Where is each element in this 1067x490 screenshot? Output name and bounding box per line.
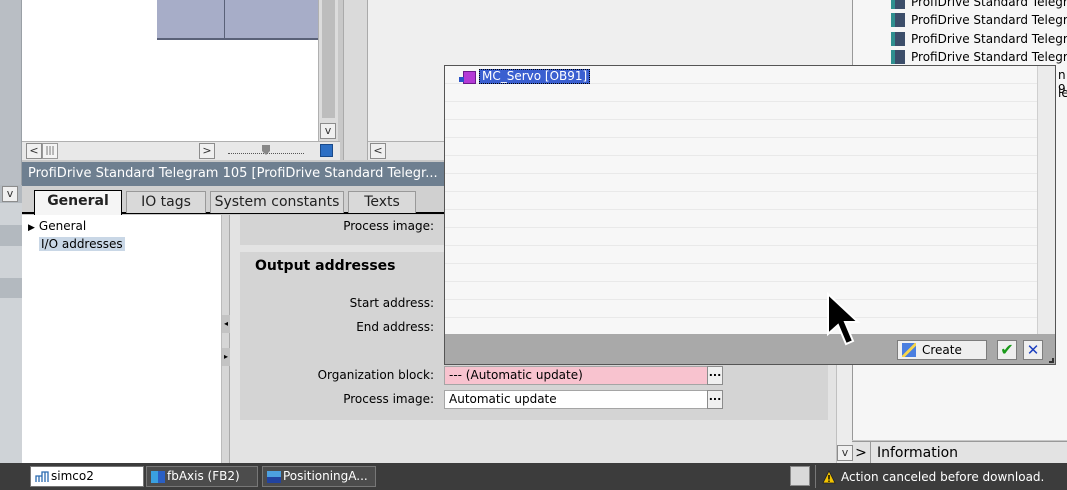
tab-system-constants[interactable]: System constants [210,191,344,213]
warning-icon [822,470,836,484]
start-address-label: Start address: [349,296,434,310]
scroll-right-button[interactable]: > [199,143,215,159]
create-button[interactable]: Create [897,340,987,360]
input-process-image-label: Process image: [343,219,434,233]
content-scroll-down-button[interactable]: v [837,445,853,461]
organization-block-label: Organization block: [317,368,434,382]
rack-graphic[interactable] [157,0,318,40]
overview-navigation-icon[interactable] [320,144,333,157]
inspector-nav-tree: ▶ General I/O addresses [22,215,222,463]
left-edge-panel [0,0,22,185]
create-button-label: Create [922,343,962,357]
expand-arrow-icon[interactable]: > [852,445,870,461]
popup-footer: Create ✔ ✕ [445,334,1055,364]
catalog-item[interactable]: ProfiDrive Standard Telegram 5 [891,30,1067,48]
function-block-icon [151,470,165,483]
scroll-thumb[interactable] [322,0,335,118]
output-addresses-title: Output addresses [255,258,396,274]
catalog-item[interactable]: ProfiDrive Standard Telegram 7 [891,48,1067,66]
status-separator [815,465,816,488]
task-fbaxis[interactable]: fbAxis (FB2) [146,466,258,487]
organization-block-field[interactable]: --- (Automatic update) [444,366,710,385]
task-simco2[interactable]: simco2 [30,466,144,487]
catalog-item[interactable]: ProfiDrive Standard Telegram 2 [891,0,1067,11]
list-item-label: MC_Servo [OB91] [479,68,591,84]
scroll-left-button[interactable]: < [26,143,42,159]
cancel-button[interactable]: ✕ [1023,340,1043,360]
resize-grip-icon[interactable] [1049,358,1054,363]
download-status-icon[interactable] [790,466,810,486]
chevron-down-icon[interactable]: v [2,186,18,202]
organization-block-browse-button[interactable]: ... [707,366,723,385]
process-image-browse-button[interactable]: ... [707,390,723,409]
nav-splitter[interactable]: ◂ ▸ [222,215,230,463]
canvas-vertical-scrollbar[interactable]: v [318,0,338,141]
telegram-icon [891,32,905,46]
scroll-down-button[interactable]: v [320,123,336,139]
catalog-item[interactable]: ProfiDrive Standard Telegram 3 [891,11,1067,29]
tab-io-tags[interactable]: IO tags [126,191,206,213]
telegram-icon [891,13,905,27]
catalog-item-partial: le [1058,86,1067,100]
ob-list[interactable]: MC_Servo [OB91] [445,66,1037,334]
tree-item-io-addresses[interactable]: I/O addresses [39,237,125,251]
information-bar[interactable]: > Information [852,441,1067,464]
end-address-label: End address: [356,320,434,334]
telegram-icon [891,50,905,64]
telegram-icon [891,0,905,9]
canvas-horizontal-scrollbar[interactable]: < ||| > [22,141,340,160]
collapse-right-icon[interactable]: ▸ [222,348,230,366]
magic-wand-icon [902,343,916,357]
technology-object-icon [267,470,281,483]
scroll-grip[interactable]: ||| [42,143,58,159]
output-process-image-label: Process image: [343,392,434,406]
status-message: Action canceled before download. [841,470,1045,484]
information-label: Information [870,441,958,464]
tab-general[interactable]: General [34,190,122,216]
output-process-image-field[interactable]: Automatic update [444,390,710,409]
list-item[interactable]: MC_Servo [OB91] [459,68,591,84]
left-collapse-strip[interactable]: v [0,185,22,203]
task-positioning[interactable]: PositioningA... [262,466,376,487]
overview-scroll-left-button[interactable]: < [370,143,386,159]
confirm-button[interactable]: ✔ [997,340,1017,360]
tab-texts[interactable]: Texts [348,191,416,213]
organization-block-icon [459,70,476,84]
tree-item-general[interactable]: ▶ General [28,219,86,233]
collapse-left-icon[interactable]: ◂ [222,315,230,333]
left-strip-b [0,278,22,298]
ob-selection-popup: MC_Servo [OB91] Create ✔ ✕ [444,65,1056,365]
overview-horizontal-scrollbar[interactable]: < [368,141,448,160]
expand-arrow-icon[interactable]: ▶ [28,223,35,233]
project-tree-icon [35,470,49,482]
popup-vertical-scrollbar[interactable] [1037,66,1055,334]
left-strip-a [0,225,22,246]
rack-divider [224,0,225,40]
mouse-cursor-icon [827,292,861,346]
middle-splitter-panel [343,0,368,160]
